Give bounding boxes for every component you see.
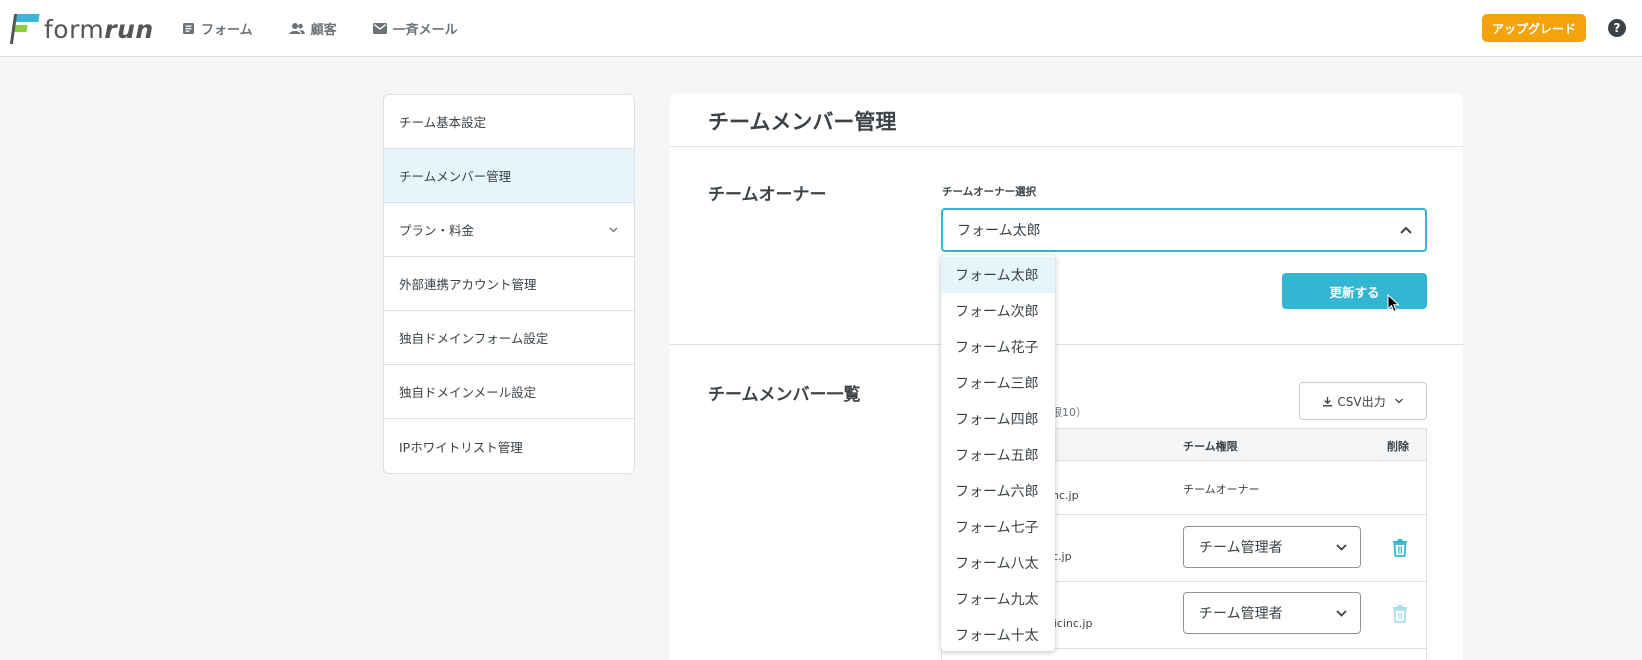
- member-role-select[interactable]: チーム管理者: [1183, 592, 1361, 634]
- chevron-up-icon: [1400, 226, 1412, 234]
- sidebar-item-label: 独自ドメインフォーム設定: [399, 331, 549, 346]
- form-icon: [183, 23, 194, 34]
- sidebar-item-label: IPホワイトリスト管理: [399, 439, 523, 455]
- dropdown-option[interactable]: フォーム三郎: [941, 365, 1055, 401]
- sidebar-item-label: プラン・料金: [399, 223, 475, 238]
- nav-item-customers[interactable]: 顧客: [289, 19, 337, 38]
- member-role-select-value: チーム管理者: [1199, 606, 1283, 622]
- dropdown-option[interactable]: フォーム八太: [941, 545, 1055, 581]
- sidebar-item-label: 外部連携アカウント管理: [399, 277, 537, 292]
- sidebar-item-label: チームメンバー管理: [399, 169, 512, 184]
- download-icon: [1323, 396, 1333, 406]
- help-icon[interactable]: ?: [1608, 19, 1626, 37]
- main-panel: チームメンバー管理 チームオーナー チームオーナー選択 フォーム太郎 更新する …: [670, 94, 1463, 660]
- trash-icon: [1393, 605, 1407, 623]
- formrun-logo[interactable]: formrun: [8, 13, 154, 45]
- owner-dropdown-list: フォーム太郎 フォーム次郎 フォーム花子 フォーム三郎 フォーム四郎 フォーム五…: [941, 255, 1055, 651]
- dropdown-option[interactable]: フォーム次郎: [941, 293, 1055, 329]
- chevron-down-icon: [609, 227, 618, 232]
- csv-export-button[interactable]: CSV出力: [1299, 382, 1427, 420]
- sidebar-item-ip-whitelist[interactable]: IPホワイトリスト管理: [384, 419, 634, 473]
- owner-section-title: チームオーナー: [708, 185, 827, 205]
- dropdown-option[interactable]: フォーム十太: [941, 617, 1055, 653]
- member-role-select[interactable]: チーム管理者: [1183, 526, 1361, 568]
- nav-label: フォーム: [201, 23, 253, 38]
- nav-label: 顧客: [310, 23, 337, 38]
- main-nav: フォーム 顧客 一斉メール: [182, 0, 494, 57]
- dropdown-option[interactable]: フォーム六郎: [941, 473, 1055, 509]
- sidebar-item-plan[interactable]: プラン・料金: [384, 203, 634, 257]
- top-header: formrun フォーム 顧客 一斉メール アップグレード ?: [0, 0, 1642, 57]
- sidebar-item-custom-domain-mail[interactable]: 独自ドメインメール設定: [384, 365, 634, 419]
- dropdown-option[interactable]: フォーム五郎: [941, 437, 1055, 473]
- member-email: nc.jp: [1052, 489, 1079, 502]
- dropdown-option[interactable]: フォーム四郎: [941, 401, 1055, 437]
- members-section-title: チームメンバー一覧: [708, 385, 861, 405]
- owner-select[interactable]: フォーム太郎: [941, 208, 1427, 252]
- mail-icon: [372, 23, 387, 34]
- upgrade-button[interactable]: アップグレード: [1482, 14, 1586, 42]
- mouse-cursor-icon: [1387, 294, 1400, 313]
- csv-export-label: CSV出力: [1337, 394, 1386, 409]
- owner-select-value: フォーム太郎: [957, 223, 1041, 239]
- sidebar-item-team-members[interactable]: チームメンバー管理: [384, 149, 634, 203]
- sidebar-item-team-basic[interactable]: チーム基本設定: [384, 95, 634, 149]
- logo-text: formrun: [44, 14, 154, 44]
- update-button[interactable]: 更新する: [1282, 273, 1427, 309]
- column-header-role: チーム権限: [1183, 440, 1238, 453]
- page-title: チームメンバー管理: [708, 110, 897, 134]
- nav-label: 一斉メール: [392, 23, 458, 38]
- sidebar-item-custom-domain-form[interactable]: 独自ドメインフォーム設定: [384, 311, 634, 365]
- nav-item-bulk-mail[interactable]: 一斉メール: [372, 19, 458, 38]
- member-role: チームオーナー: [1183, 483, 1260, 496]
- sidebar-item-external-accounts[interactable]: 外部連携アカウント管理: [384, 257, 634, 311]
- dropdown-option[interactable]: フォーム九太: [941, 581, 1055, 617]
- divider: [670, 344, 1463, 345]
- sidebar-item-label: チーム基本設定: [399, 115, 487, 130]
- member-role-select-value: チーム管理者: [1199, 540, 1283, 556]
- dropdown-option[interactable]: フォーム太郎: [941, 257, 1055, 293]
- owner-field-label: チームオーナー選択: [942, 186, 1037, 198]
- formrun-logo-mark-icon: [8, 13, 40, 45]
- trash-icon[interactable]: [1392, 539, 1408, 557]
- chevron-down-icon: [1336, 610, 1347, 617]
- dropdown-option[interactable]: フォーム七子: [941, 509, 1055, 545]
- users-icon: [289, 23, 305, 34]
- chevron-down-icon: [1336, 544, 1347, 551]
- divider: [670, 146, 1463, 147]
- sidebar-item-label: 独自ドメインメール設定: [399, 385, 537, 400]
- dropdown-option[interactable]: フォーム花子: [941, 329, 1055, 365]
- settings-sidebar: チーム基本設定 チームメンバー管理 プラン・料金 外部連携アカウント管理 独自ド…: [383, 94, 635, 474]
- column-header-delete: 削除: [1387, 440, 1409, 453]
- nav-item-form[interactable]: フォーム: [182, 19, 253, 38]
- chevron-down-icon: [1394, 398, 1403, 404]
